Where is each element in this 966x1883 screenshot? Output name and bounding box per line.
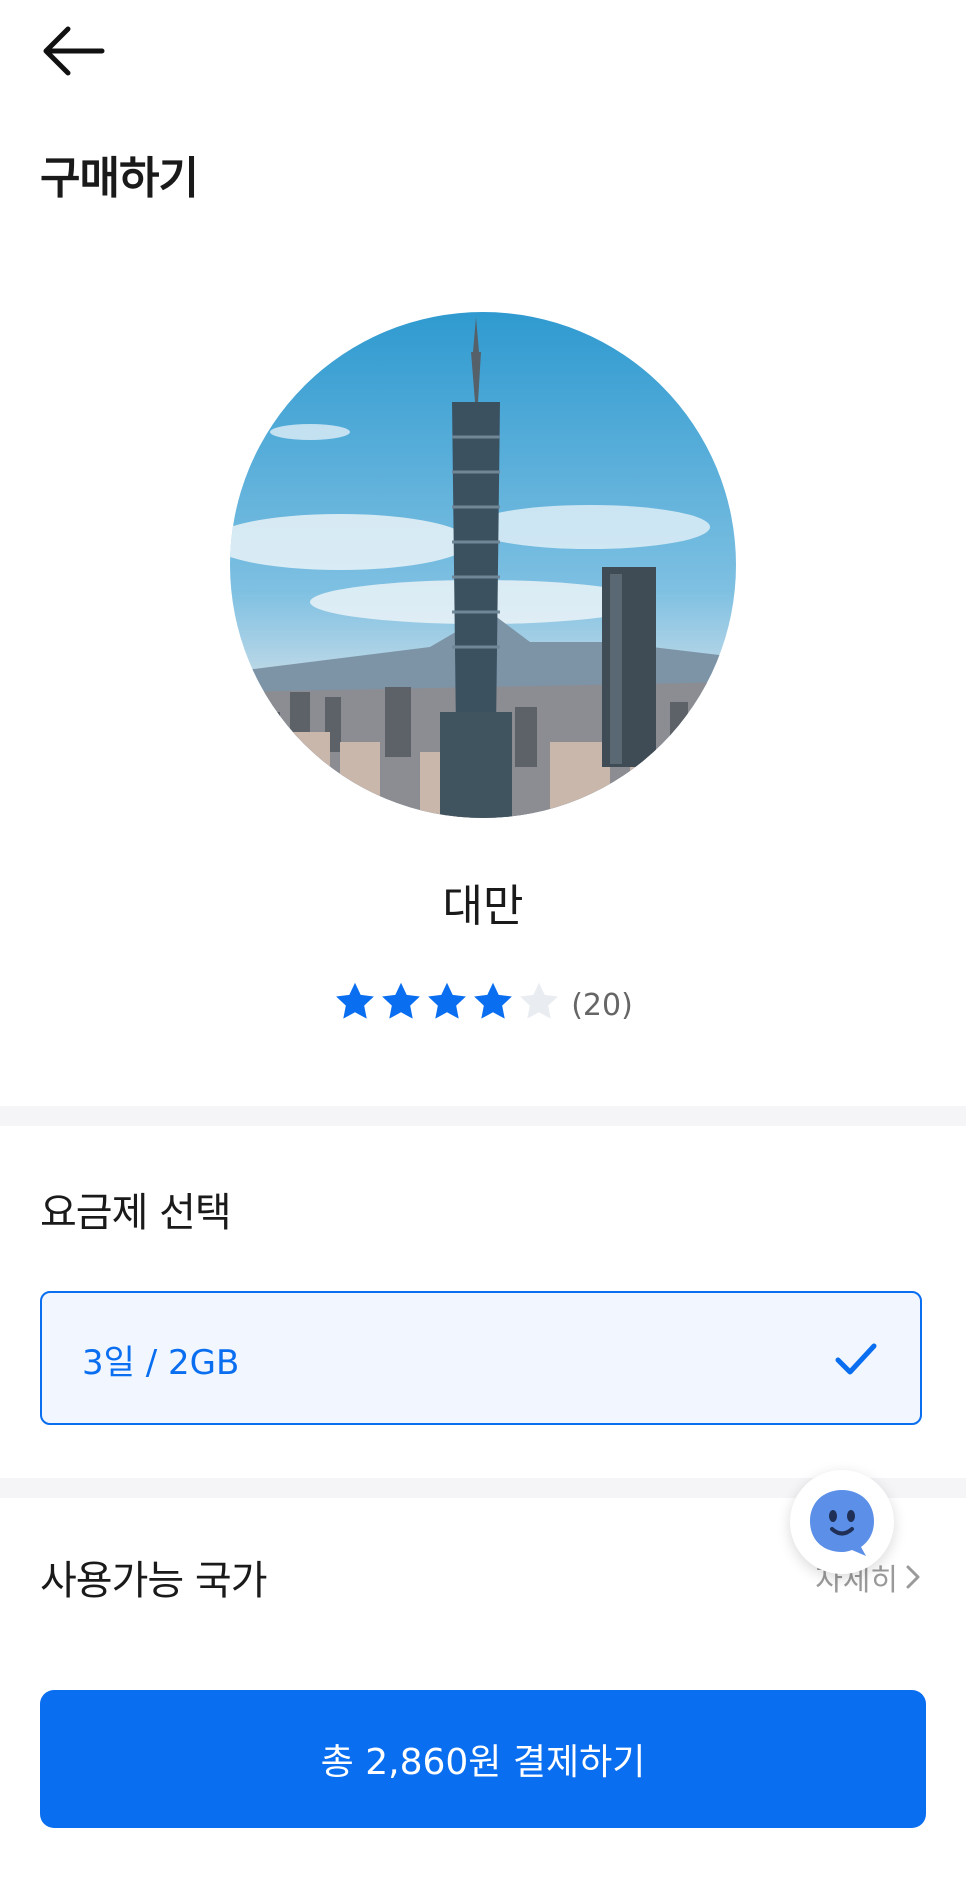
plan-label: 3일 / 2GB (82, 1343, 240, 1383)
star-filled-icon (382, 982, 421, 1019)
plan-option-selected[interactable]: 3일 / 2GB (40, 1291, 922, 1425)
star-filled-icon (336, 982, 375, 1019)
checkout-button[interactable]: 총 2,860원 결제하기 (40, 1690, 926, 1828)
chevron-right-icon (906, 1565, 920, 1589)
section-divider (0, 1106, 966, 1126)
product-image (230, 312, 736, 818)
countries-section-title: 사용가능 국가 (40, 1558, 268, 1604)
star-empty-icon (520, 982, 559, 1019)
back-button[interactable] (38, 20, 110, 82)
page-title: 구매하기 (40, 153, 199, 204)
plan-section-title: 요금제 선택 (40, 1190, 232, 1236)
rating-stars: (20) (0, 980, 966, 1024)
arrow-left-icon (43, 26, 105, 76)
country-name: 대만 (442, 881, 524, 932)
chatbot-icon (810, 1490, 874, 1556)
rating-count: (20) (571, 987, 633, 1023)
chatbot-button[interactable] (790, 1470, 894, 1574)
star-filled-icon (428, 982, 467, 1019)
star-filled-icon (474, 982, 513, 1019)
checkmark-icon (835, 1343, 877, 1375)
